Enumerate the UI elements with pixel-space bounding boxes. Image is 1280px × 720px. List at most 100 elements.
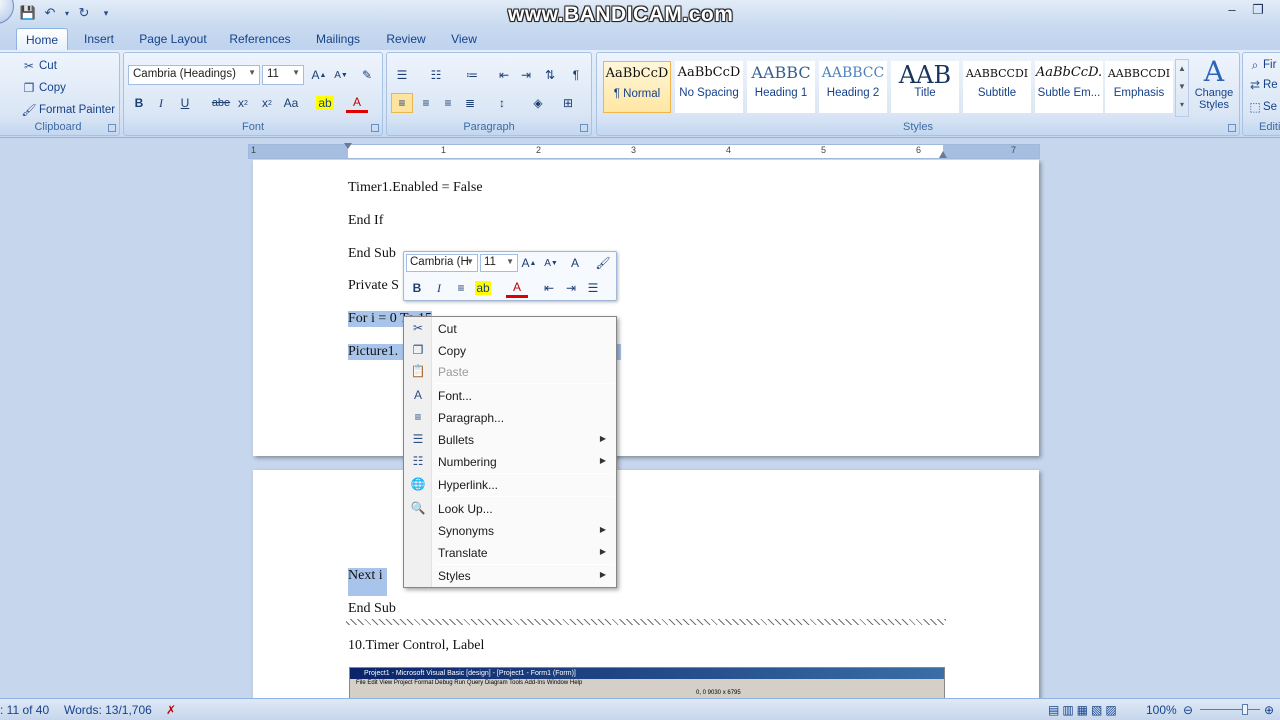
borders-button[interactable]: ⊞ (557, 93, 579, 113)
redo-icon[interactable]: ↻ (74, 3, 94, 23)
doc-line-selected[interactable]: Next i (348, 568, 387, 596)
style-title[interactable]: AAB Title (891, 61, 959, 113)
underline-button[interactable]: U (174, 93, 196, 113)
change-case-button[interactable]: Aa (280, 93, 302, 113)
mini-bullets-button[interactable]: ☰ (582, 278, 604, 298)
font-name-combo[interactable]: Cambria (Headings) ▼ (128, 65, 260, 85)
tab-mailings[interactable]: Mailings (308, 28, 368, 50)
shrink-font-button[interactable]: A ▼ (330, 65, 352, 85)
copy-button[interactable]: ❐ Copy (21, 80, 66, 96)
mini-font-combo[interactable]: Cambria (H ▼ (406, 254, 478, 272)
sort-button[interactable]: ⇅ (539, 65, 561, 85)
menu-item-synonyms[interactable]: Synonyms ▶ (404, 520, 616, 542)
style-emphasis[interactable]: AABBCCDI Emphasis (1105, 61, 1173, 113)
paragraph-launcher-icon[interactable] (580, 124, 588, 132)
tab-home[interactable]: Home (16, 28, 68, 50)
mini-decrease-indent-button[interactable]: ⇤ (538, 278, 560, 298)
doc-line[interactable]: Timer1.Enabled = False (348, 180, 483, 196)
style-heading-2[interactable]: AABBCC Heading 2 (819, 61, 887, 113)
bold-button[interactable]: B (128, 93, 150, 113)
mini-increase-indent-button[interactable]: ⇥ (560, 278, 582, 298)
select-button[interactable]: ⬚ Se (1247, 99, 1277, 115)
strikethrough-button[interactable]: abe (210, 93, 232, 113)
zoom-slider[interactable] (1200, 709, 1260, 710)
word-count[interactable]: Words: 13/1,706 (64, 703, 152, 717)
change-styles-button[interactable]: A Change Styles (1191, 57, 1237, 119)
save-icon[interactable]: 💾 (18, 3, 38, 23)
mini-font-color-button[interactable]: A (506, 278, 528, 298)
doc-line[interactable]: 10.Timer Control, Label (348, 638, 484, 654)
mini-bold-button[interactable]: B (406, 278, 428, 298)
doc-line[interactable]: Private S (348, 278, 399, 294)
menu-item-look-up[interactable]: 🔍 Look Up... (404, 498, 616, 520)
tab-references[interactable]: References (224, 28, 296, 50)
style-no-spacing[interactable]: AaBbCcD No Spacing (675, 61, 743, 113)
bullets-button[interactable]: ☰ (391, 65, 413, 85)
undo-icon[interactable]: ↶ (40, 3, 60, 23)
decrease-indent-button[interactable]: ⇤ (493, 65, 515, 85)
mini-italic-button[interactable]: I (428, 278, 450, 298)
find-button[interactable]: ⌕ Fir (1247, 57, 1277, 73)
view-buttons[interactable]: ▤▥▦▧▨ (1048, 703, 1120, 717)
horizontal-ruler[interactable]: 1 1 2 3 4 5 6 7 (248, 143, 1040, 159)
replace-button[interactable]: ⇄ Re (1247, 77, 1278, 93)
zoom-out-icon[interactable]: ⊖ (1183, 703, 1193, 717)
increase-indent-button[interactable]: ⇥ (515, 65, 537, 85)
mini-format-painter-icon[interactable]: 🖌 (592, 253, 614, 273)
tab-review[interactable]: Review (380, 28, 432, 50)
menu-item-font[interactable]: A Font... (404, 385, 616, 407)
font-color-button[interactable]: A (346, 93, 368, 113)
mini-styles-button[interactable]: A (564, 253, 586, 273)
shading-button[interactable]: ◈ (527, 93, 549, 113)
format-painter-button[interactable]: 🖌 Format Painter (21, 102, 115, 118)
menu-item-numbering[interactable]: ☷ Numbering ▶ (404, 451, 616, 473)
zoom-slider-thumb[interactable] (1242, 704, 1248, 715)
font-size-combo[interactable]: 11 ▼ (262, 65, 304, 85)
menu-item-styles[interactable]: Styles ▶ (404, 565, 616, 587)
menu-item-hyperlink[interactable]: 🌐 Hyperlink... (404, 474, 616, 496)
highlight-button[interactable]: ab (314, 93, 336, 113)
numbering-button[interactable]: ☷ (425, 65, 447, 85)
style-subtitle[interactable]: AABBCCDI Subtitle (963, 61, 1031, 113)
clipboard-launcher-icon[interactable] (108, 124, 116, 132)
multilevel-list-button[interactable]: ≔ (461, 65, 483, 85)
restore-icon[interactable]: ❐ (1248, 2, 1268, 20)
menu-item-copy[interactable]: ❐ Copy (404, 340, 616, 362)
menu-item-translate[interactable]: Translate ▶ (404, 542, 616, 564)
mini-center-button[interactable]: ≡ (450, 278, 472, 298)
line-spacing-button[interactable]: ↕ (491, 93, 513, 113)
proofing-icon[interactable]: ✗ (166, 703, 176, 717)
zoom-level[interactable]: 100% (1146, 703, 1177, 717)
doc-line[interactable]: End Sub (348, 601, 396, 617)
style-normal[interactable]: AaBbCcD ¶ Normal (603, 61, 671, 113)
subscript-button[interactable]: x2 (232, 93, 254, 113)
tab-insert[interactable]: Insert (76, 28, 122, 50)
style-subtle-emphasis[interactable]: AaBbCcD. Subtle Em... (1035, 61, 1103, 113)
clear-formatting-button[interactable]: ✎ (356, 65, 378, 85)
first-line-indent-marker[interactable] (344, 143, 352, 149)
document-page[interactable]: Timer1.Enabled = False End If End Sub Pr… (253, 160, 1039, 456)
zoom-in-icon[interactable]: ⊕ (1264, 703, 1274, 717)
menu-item-bullets[interactable]: ☰ Bullets ▶ (404, 429, 616, 451)
font-launcher-icon[interactable] (371, 124, 379, 132)
italic-button[interactable]: I (150, 93, 172, 113)
tab-page-layout[interactable]: Page Layout (134, 28, 212, 50)
doc-line[interactable]: End Sub (348, 246, 396, 262)
superscript-button[interactable]: x2 (256, 93, 278, 113)
style-heading-1[interactable]: AABBC Heading 1 (747, 61, 815, 113)
align-right-button[interactable]: ≡ (437, 93, 459, 113)
mini-highlight-button[interactable]: ab (472, 278, 494, 298)
office-button[interactable] (0, 0, 14, 24)
tab-view[interactable]: View (444, 28, 484, 50)
embedded-screenshot[interactable]: Project1 - Microsoft Visual Basic [desig… (349, 667, 945, 698)
mini-shrink-font-button[interactable]: A ▼ (540, 253, 562, 273)
styles-launcher-icon[interactable] (1228, 124, 1236, 132)
undo-dropdown-icon[interactable]: ▾ (62, 3, 72, 23)
document-page[interactable]: Next i End Sub 10.Timer Control, Label P… (253, 470, 1039, 698)
customize-qat-icon[interactable]: ▾ (96, 3, 116, 23)
align-left-button[interactable]: ≡ (391, 93, 413, 113)
minimize-icon[interactable]: – (1222, 2, 1242, 20)
doc-line[interactable]: End If (348, 213, 383, 229)
mini-size-combo[interactable]: 11 ▼ (480, 254, 518, 272)
styles-scroll[interactable]: ▲ ▼ ▾ (1175, 59, 1189, 117)
